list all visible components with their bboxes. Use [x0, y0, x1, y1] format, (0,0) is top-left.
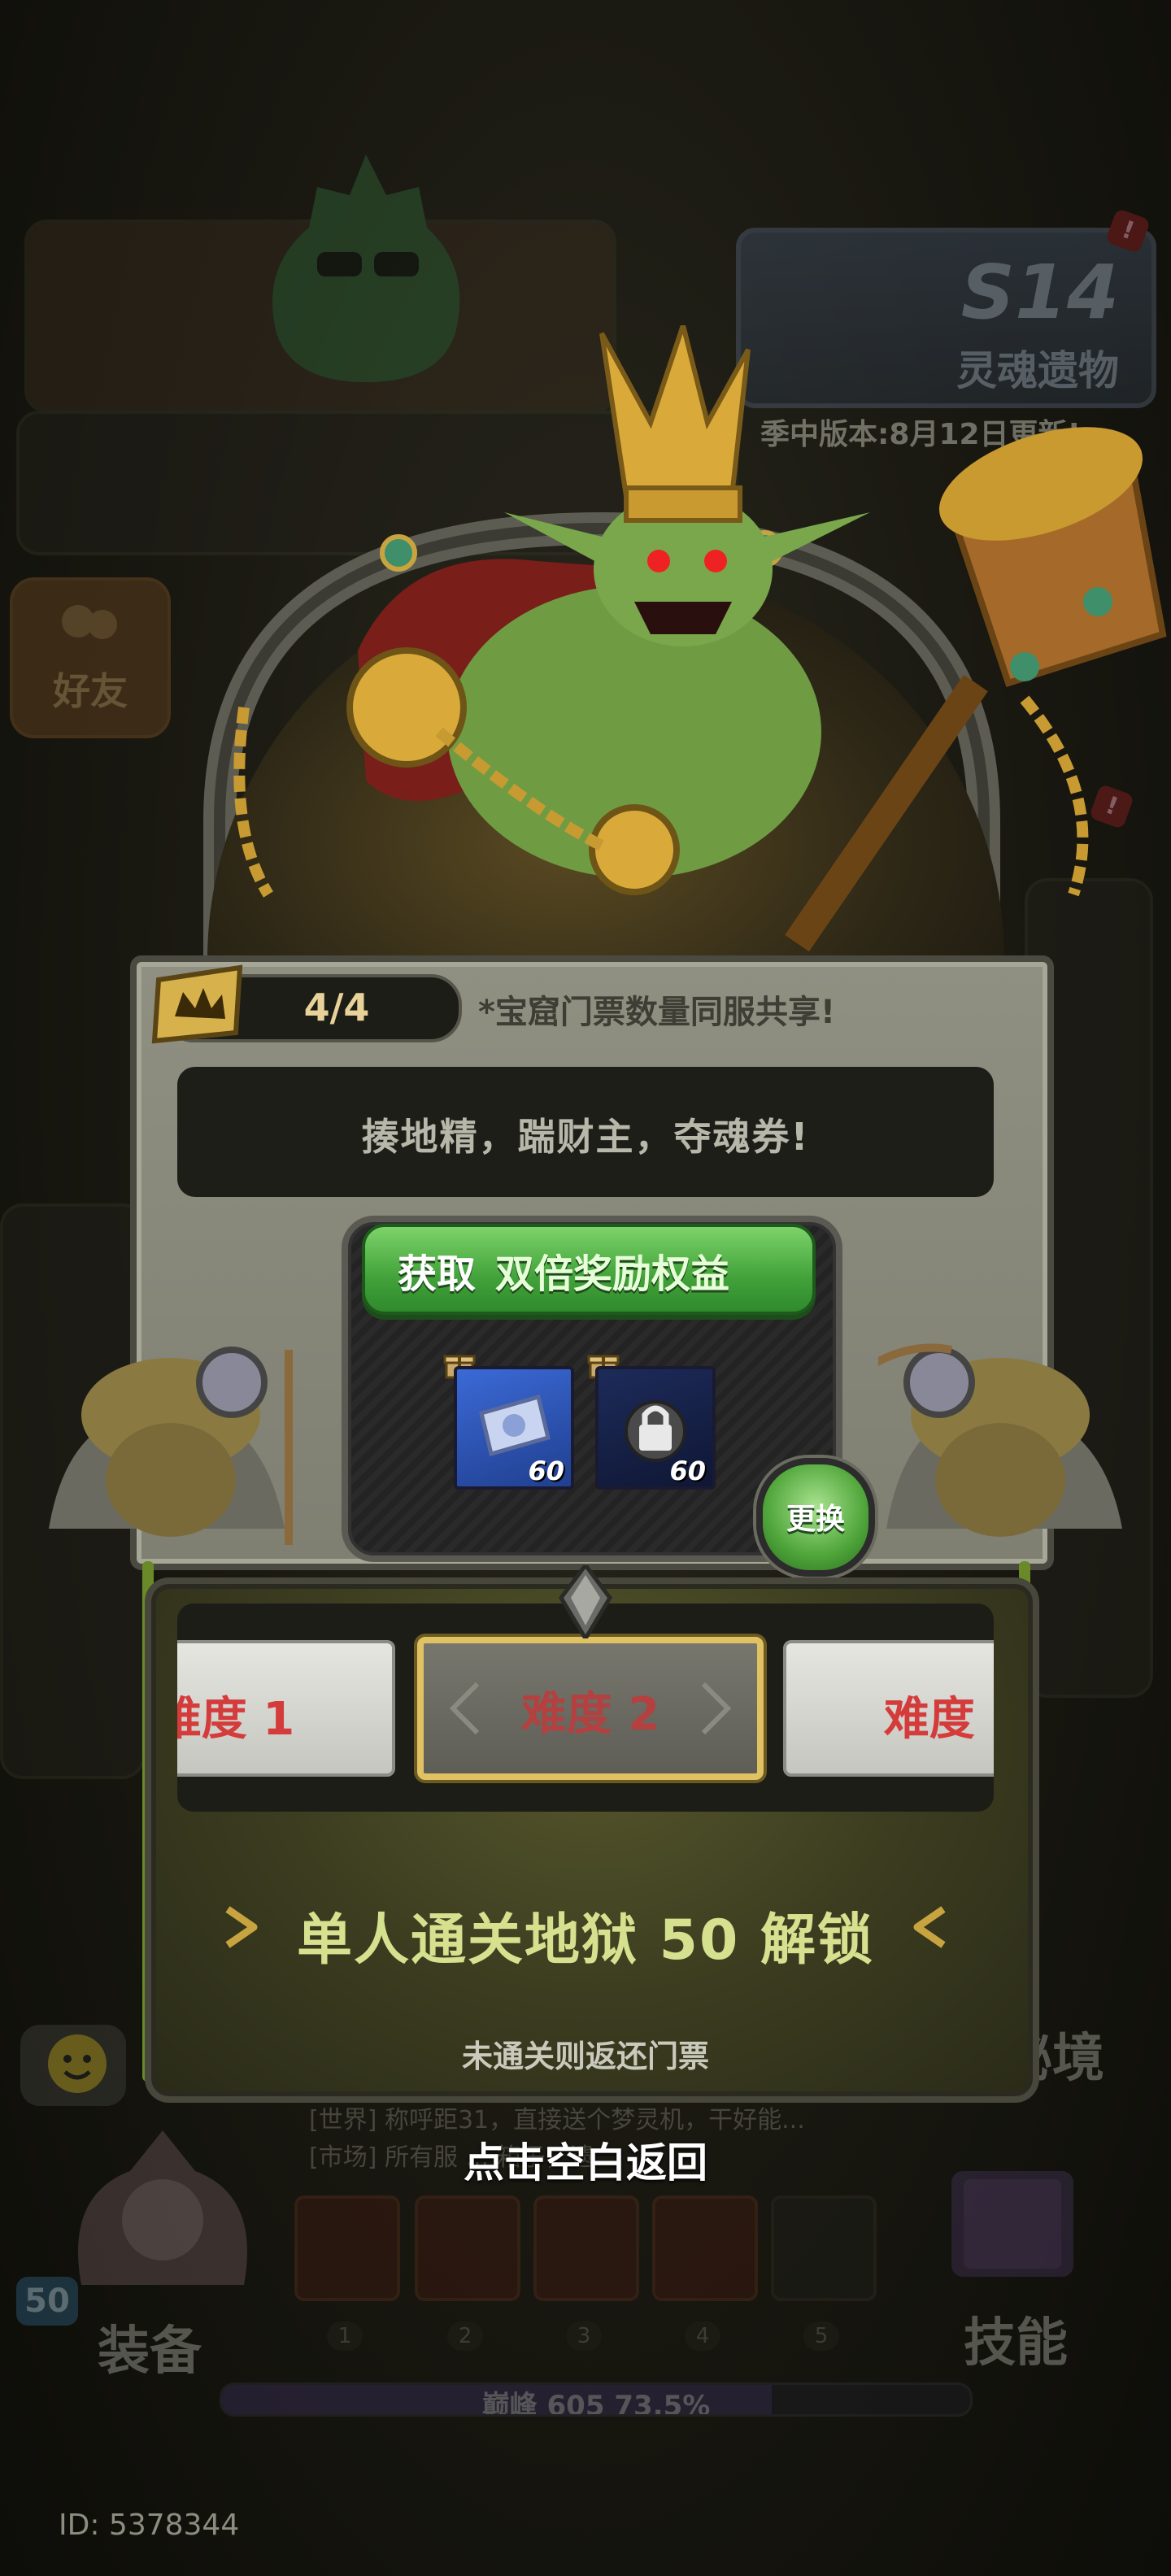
rank-label: 巅峰 605 [481, 2390, 605, 2417]
slogan-box: 揍地精，踹财主，夺魂券! [177, 1067, 994, 1197]
reward-item-locked[interactable]: 60 [595, 1366, 716, 1490]
skill-slot[interactable] [294, 2195, 400, 2301]
friends-button[interactable]: 好友 [10, 577, 171, 738]
slot-number: 1 [327, 2321, 363, 2351]
reward-get-label: 获取 [398, 1251, 477, 1297]
friends-label: 好友 [53, 669, 128, 713]
ticket-share-note: *宝窟门票数量同服共享! [478, 994, 836, 1031]
skill-slot[interactable] [771, 2195, 877, 2301]
skills-button[interactable]: 技能 [964, 2301, 1068, 2376]
crown-ticket-icon [151, 964, 243, 1044]
swap-label: 更换 [786, 1503, 845, 1536]
skill-slot[interactable] [652, 2195, 758, 2301]
right-goblin-miner-illustration [878, 1343, 1122, 1537]
difficulty-label: 难度 2 [520, 1688, 660, 1741]
ticket-count: 4/4 [303, 986, 370, 1029]
difficulty-label: 难度 1 [177, 1693, 295, 1746]
equipment-button[interactable]: 装备 [98, 2309, 202, 2384]
friends-icon [62, 605, 117, 639]
lock-icon [625, 1400, 686, 1462]
soul-ticket-icon [479, 1394, 551, 1457]
left-goblin-miner-illustration [49, 1347, 293, 1545]
item-count: 60 [528, 1456, 564, 1486]
slot-number: 4 [685, 2321, 720, 2351]
slot-number: 5 [803, 2321, 839, 2351]
goblin-king-illustration [233, 325, 1167, 952]
skill-slot[interactable] [533, 2195, 639, 2301]
reward-title: 双倍奖励权益 [495, 1251, 730, 1297]
swap-button[interactable]: 更换 [756, 1458, 875, 1577]
selector-pointer-icon [558, 1565, 613, 1638]
difficulty-option-3[interactable]: 难度 3 [783, 1640, 994, 1777]
skill-slot[interactable] [415, 2195, 520, 2301]
difficulty-option-1[interactable]: 难度 1 [177, 1640, 395, 1777]
double-reward-header[interactable]: 获取 双倍奖励权益 [362, 1224, 816, 1315]
player-level-badge: 50 [16, 2277, 78, 2326]
unlock-requirement: 单人通关地狱 50 解锁 [297, 1908, 874, 1973]
reward-item-soul-ticket[interactable]: 60 [454, 1366, 574, 1490]
tap-blank-to-return[interactable]: 点击空白返回 [0, 2130, 1171, 2189]
rank-progress-text: 巅峰 605 73.5% [222, 2385, 970, 2417]
slot-number: 2 [447, 2321, 483, 2351]
slogan-text: 揍地精，踹财主，夺魂券! [361, 1115, 810, 1159]
refund-note: 未通关则返还门票 [461, 2039, 709, 2074]
item-count: 60 [669, 1456, 706, 1486]
player-id: ID: 5378344 [59, 2509, 240, 2542]
season-number: S14 [960, 249, 1119, 336]
difficulty-label: 难度 3 [883, 1693, 994, 1746]
rank-percent: 73.5% [614, 2390, 711, 2417]
rank-progress-bar: 巅峰 605 73.5% [220, 2382, 973, 2417]
slot-number: 3 [566, 2321, 602, 2351]
difficulty-option-2[interactable]: 难度 2 [417, 1637, 764, 1780]
